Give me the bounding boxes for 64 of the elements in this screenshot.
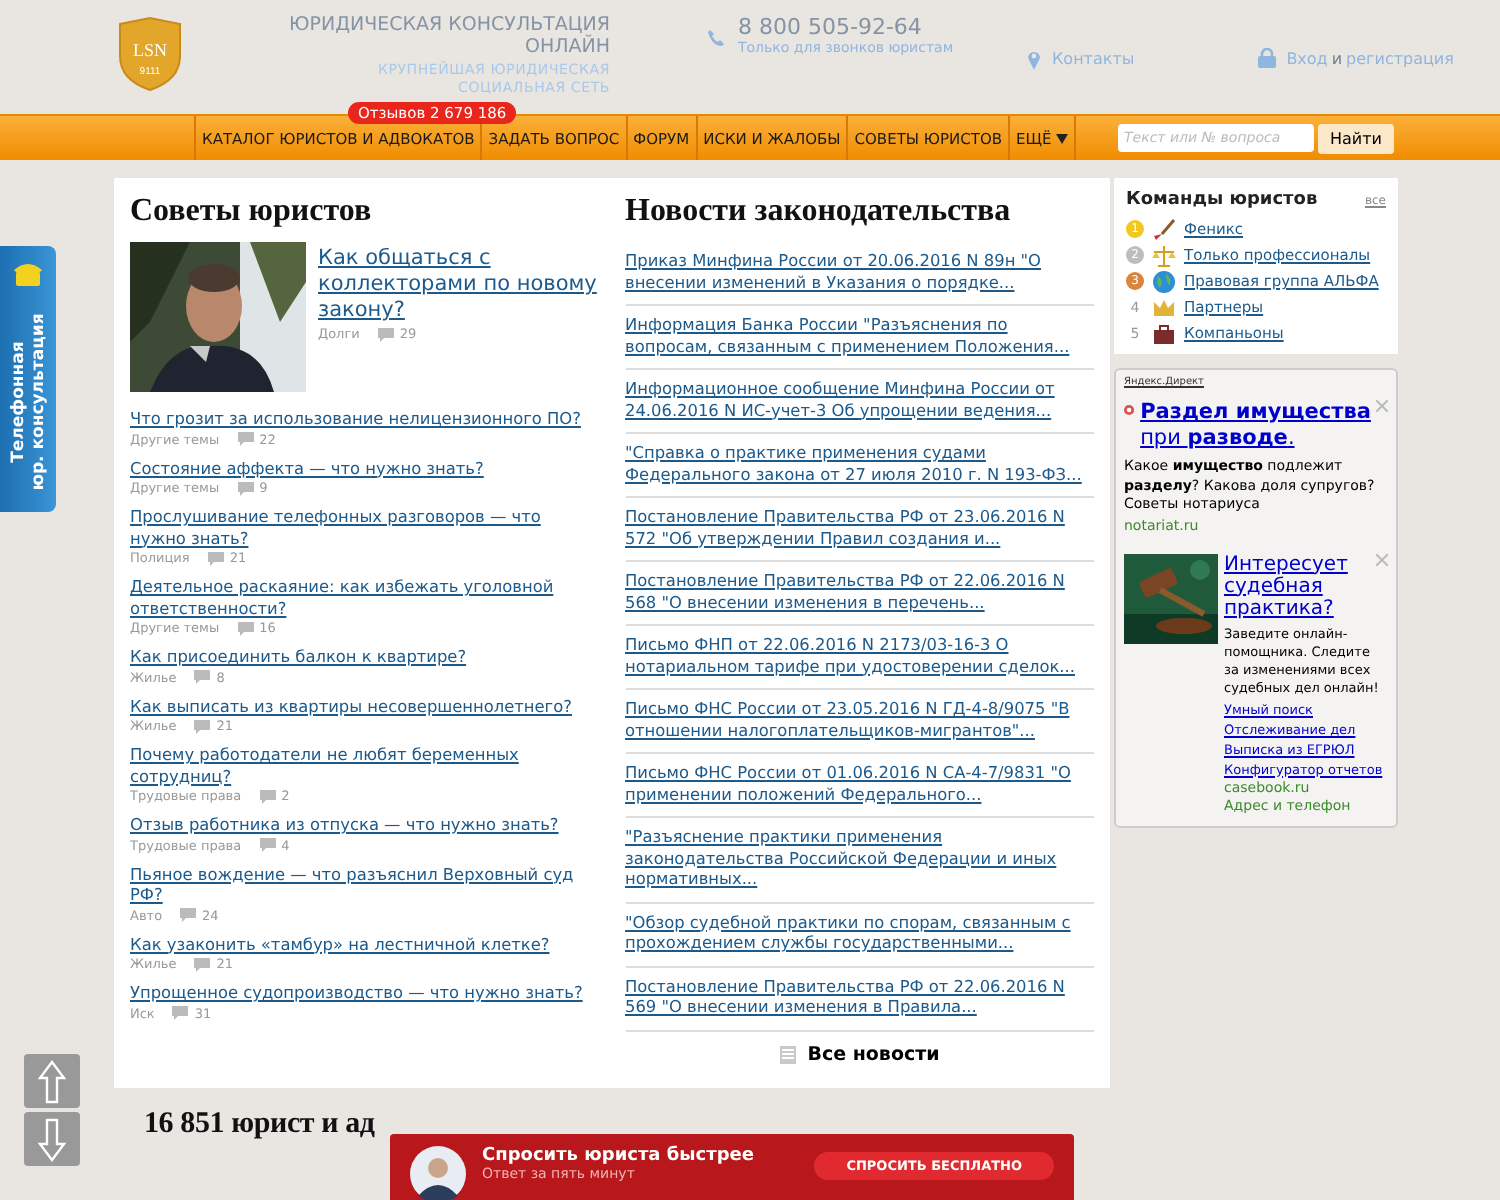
comment-icon — [259, 789, 276, 803]
article-link[interactable]: Что грозит за использование нелицензионного ПО? — [130, 408, 599, 429]
news-link[interactable]: Приказ Минфина России от 20.06.2016 N 89н "О внесении изменений в Указания о порядке... — [625, 250, 1094, 292]
news-link[interactable]: "Разъяснение практики применения законодательства Российской Федерации и иных нормативных... — [625, 826, 1094, 889]
article-link[interactable]: Почему работодатели не любят беременных сотрудниц? — [130, 744, 599, 786]
comment-icon — [377, 327, 394, 341]
scroll-down-button[interactable] — [24, 1112, 80, 1166]
comment-icon — [194, 670, 211, 684]
news-link[interactable]: Письмо ФНС России от 01.06.2016 N СА-4-7/9831 "О применении положений Федерального... — [625, 762, 1094, 804]
article-link[interactable]: Состояние аффекта — что нужно знать? — [130, 457, 599, 478]
article-link[interactable]: Деятельное раскаяние: как избежать уголовной ответственности? — [130, 576, 599, 618]
news-link[interactable]: Информация Банка России "Разъяснения по вопросам, связанным с применением Положения... — [625, 314, 1094, 356]
crown-icon — [1152, 295, 1176, 319]
comment-icon — [194, 719, 211, 733]
article-link[interactable]: Пьяное вождение — что разъяснил Верховный суд РФ? — [130, 863, 599, 905]
section-heading: Советы юристов — [130, 194, 374, 230]
article-link[interactable]: Как присоединить балкон к квартире? — [130, 646, 599, 667]
briefcase-icon — [1152, 321, 1176, 345]
phone-number: 8 800 505-92-64 — [738, 14, 924, 40]
scroll-up-button[interactable] — [24, 1054, 80, 1108]
globe-icon — [1152, 269, 1176, 293]
brush-icon — [1152, 217, 1176, 241]
ad-title-link[interactable]: Раздел имущества при разводе. — [1140, 400, 1388, 452]
document-icon — [779, 1045, 796, 1063]
news-link[interactable]: "Обзор судебной практики по спорам, связанным с прохождением службы государственными... — [625, 911, 1094, 953]
news-link[interactable]: Постановление Правительства РФ от 22.06.2016 N 568 "О внесении изменения в перечень... — [625, 570, 1094, 612]
avatar — [410, 1146, 466, 1200]
article-link[interactable]: Как узаконить «тамбур» на лестничной клетке? — [130, 933, 599, 954]
comment-icon — [180, 908, 197, 922]
news-link[interactable]: Постановление Правительства РФ от 23.06.2016 N 572 "Об утверждении Правил создания и... — [625, 506, 1094, 548]
all-news-link[interactable]: Все новости — [807, 1043, 940, 1065]
phone-consultation-tab[interactable]: Телефонная юр. консультация — [0, 246, 56, 512]
comment-icon — [172, 1006, 189, 1020]
phone-icon — [706, 28, 726, 48]
site-title: ЮРИДИЧЕСКАЯ КОНСУЛЬТАЦИЯ ОНЛАЙН — [287, 14, 610, 58]
comment-icon — [237, 621, 254, 635]
ad-title-link[interactable]: Интересует судебная практика? — [1224, 553, 1388, 619]
login-joiner: и — [1331, 50, 1343, 68]
comment-icon — [194, 957, 211, 971]
featured-article-link[interactable]: Как общаться с коллекторами по новому закону? — [318, 246, 598, 324]
news-link[interactable]: Информационное сообщение Минфина России от 24.06.2016 N ИС-учет-3 Об упрощении ведения... — [625, 378, 1094, 420]
search-button[interactable]: Найти — [1318, 123, 1394, 153]
lock-icon — [1258, 48, 1277, 68]
telephone-icon — [14, 262, 42, 286]
news-link[interactable]: Постановление Правительства РФ от 22.06.2016 N 569 "О внесении изменения в Правила... — [625, 975, 1094, 1017]
article-link[interactable]: Упрощенное судопроизводство — что нужно знать? — [130, 982, 599, 1003]
comment-icon — [237, 432, 254, 446]
section-heading: Новости законодательства — [625, 194, 1013, 230]
scales-icon — [1152, 243, 1176, 267]
news-link[interactable]: Письмо ФНС России от 23.05.2016 N ГД-4-8/9075 "В отношении налогоплательщиков-мигрантов"... — [625, 698, 1094, 740]
news-link[interactable]: "Справка о практике применения судами Федерального закона от 27 июля 2010 г. N 193-ФЗ... — [625, 442, 1094, 484]
article-link[interactable]: Прослушивание телефонных разговоров — что нужно знать? — [130, 506, 599, 548]
location-pin-icon — [1026, 48, 1042, 70]
comment-icon — [207, 551, 224, 565]
panel-title: Команды юристов — [1126, 190, 1318, 210]
article-link[interactable]: Как выписать из квартиры несовершеннолетнего? — [130, 695, 599, 716]
article-link[interactable]: Отзыв работника из отпуска — что нужно знать? — [130, 814, 599, 835]
section-heading: 16 851 юрист и ад — [144, 1107, 375, 1141]
news-link[interactable]: Письмо ФНП от 22.06.2016 N 2173/03-16-3 О нотариальном тарифе при удостоверении сделок... — [625, 634, 1094, 676]
banner-title: Спросить юриста быстрее — [482, 1146, 755, 1166]
close-icon[interactable] — [1376, 553, 1388, 565]
comment-icon — [237, 481, 254, 495]
comment-icon — [259, 838, 276, 852]
close-icon[interactable] — [1376, 400, 1388, 412]
